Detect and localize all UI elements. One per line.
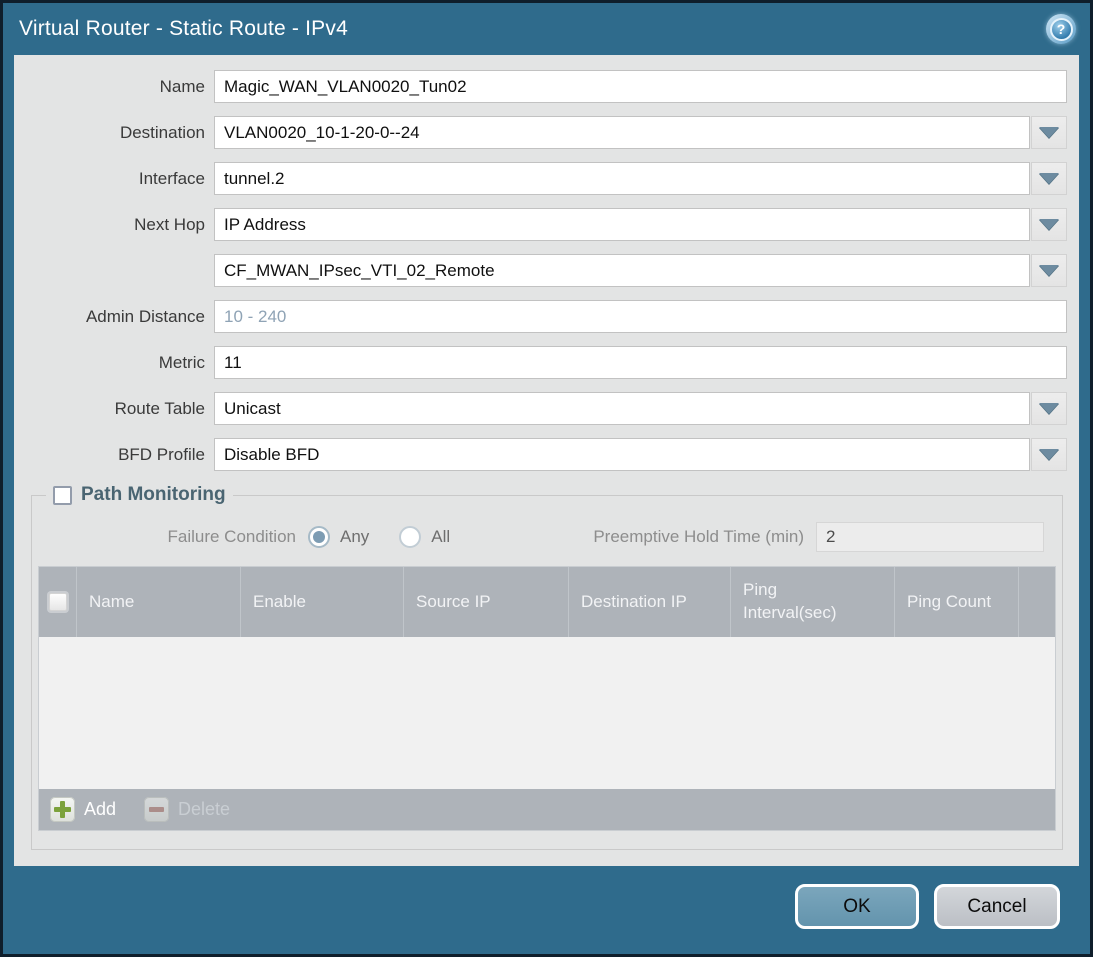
admin-distance-input[interactable] (214, 300, 1067, 333)
metric-row: Metric (14, 346, 1067, 379)
dialog-frame: Virtual Router - Static Route - IPv4 ? N… (3, 3, 1090, 954)
next-hop-address-dropdown-button[interactable] (1031, 254, 1067, 287)
metric-label: Metric (14, 353, 214, 373)
path-monitoring-title: Path Monitoring (81, 484, 226, 506)
column-header-spacer (1018, 567, 1055, 637)
help-icon[interactable]: ? (1046, 14, 1076, 44)
destination-row: Destination (14, 116, 1067, 149)
select-all-checkbox[interactable] (49, 593, 67, 611)
path-monitoring-checkbox[interactable] (53, 486, 72, 505)
dialog-footer: OK Cancel (3, 866, 1090, 954)
cancel-button[interactable]: Cancel (934, 884, 1060, 929)
interface-input[interactable] (214, 162, 1030, 195)
admin-distance-row: Admin Distance (14, 300, 1067, 333)
add-button[interactable]: Add (50, 797, 116, 822)
route-table-input[interactable] (214, 392, 1030, 425)
chevron-down-icon (1039, 173, 1059, 184)
dialog-title: Virtual Router - Static Route - IPv4 (19, 17, 348, 41)
next-hop-address-input[interactable] (214, 254, 1030, 287)
bfd-profile-dropdown-button[interactable] (1031, 438, 1067, 471)
interface-label: Interface (14, 169, 214, 189)
name-input[interactable] (214, 70, 1067, 103)
column-header-destination-ip[interactable]: Destination IP (568, 567, 730, 637)
column-header-source-ip[interactable]: Source IP (403, 567, 568, 637)
chevron-down-icon (1039, 127, 1059, 138)
chevron-down-icon (1039, 403, 1059, 414)
destination-label: Destination (14, 123, 214, 143)
dialog-window: Virtual Router - Static Route - IPv4 ? N… (0, 0, 1093, 957)
bfd-profile-label: BFD Profile (14, 445, 214, 465)
question-mark-glyph: ? (1050, 18, 1073, 41)
dialog-content: Name Destination Interface (14, 55, 1079, 866)
name-label: Name (14, 77, 214, 97)
chevron-down-icon (1039, 449, 1059, 460)
delete-button[interactable]: Delete (144, 797, 230, 822)
failure-condition-any-label: Any (340, 527, 369, 547)
table-body-empty (39, 637, 1055, 789)
route-table-row: Route Table (14, 392, 1067, 425)
header-select-all-cell (39, 567, 76, 637)
destination-input[interactable] (214, 116, 1030, 149)
interface-row: Interface (14, 162, 1067, 195)
failure-condition-label: Failure Condition (38, 527, 308, 547)
preemptive-hold-time-label: Preemptive Hold Time (min) (593, 527, 816, 547)
path-monitoring-table: Name Enable Source IP Destination IP Pin (38, 566, 1056, 831)
next-hop-dropdown-button[interactable] (1031, 208, 1067, 241)
bfd-profile-row: BFD Profile (14, 438, 1067, 471)
next-hop-address-row (14, 254, 1067, 287)
ok-button[interactable]: OK (795, 884, 919, 929)
failure-condition-any-radio[interactable] (308, 526, 330, 548)
destination-dropdown-button[interactable] (1031, 116, 1067, 149)
delete-icon (144, 797, 169, 822)
chevron-down-icon (1039, 265, 1059, 276)
failure-condition-all-radio[interactable] (399, 526, 421, 548)
path-monitoring-legend: Path Monitoring (46, 484, 233, 506)
chevron-down-icon (1039, 219, 1059, 230)
next-hop-type-input[interactable] (214, 208, 1030, 241)
preemptive-hold-time-input[interactable] (816, 522, 1044, 552)
route-table-dropdown-button[interactable] (1031, 392, 1067, 425)
name-row: Name (14, 70, 1067, 103)
failure-condition-row: Failure Condition Any All Preemptive Hol… (38, 522, 1056, 552)
column-header-enable[interactable]: Enable (240, 567, 403, 637)
failure-condition-all-label: All (431, 527, 450, 547)
next-hop-row: Next Hop (14, 208, 1067, 241)
interface-dropdown-button[interactable] (1031, 162, 1067, 195)
static-route-form: Name Destination Interface (14, 55, 1079, 471)
admin-distance-label: Admin Distance (14, 307, 214, 327)
path-monitoring-section: Path Monitoring Failure Condition Any Al… (31, 484, 1063, 850)
table-footer: Add Delete (39, 789, 1055, 830)
column-header-name[interactable]: Name (76, 567, 240, 637)
route-table-label: Route Table (14, 399, 214, 419)
metric-input[interactable] (214, 346, 1067, 379)
bfd-profile-input[interactable] (214, 438, 1030, 471)
add-icon (50, 797, 75, 822)
column-header-ping-interval[interactable]: Ping Interval(sec) (730, 567, 894, 637)
next-hop-label: Next Hop (14, 215, 214, 235)
column-header-ping-count[interactable]: Ping Count (894, 567, 1018, 637)
title-bar: Virtual Router - Static Route - IPv4 ? (3, 3, 1090, 55)
table-header: Name Enable Source IP Destination IP Pin (39, 567, 1055, 637)
